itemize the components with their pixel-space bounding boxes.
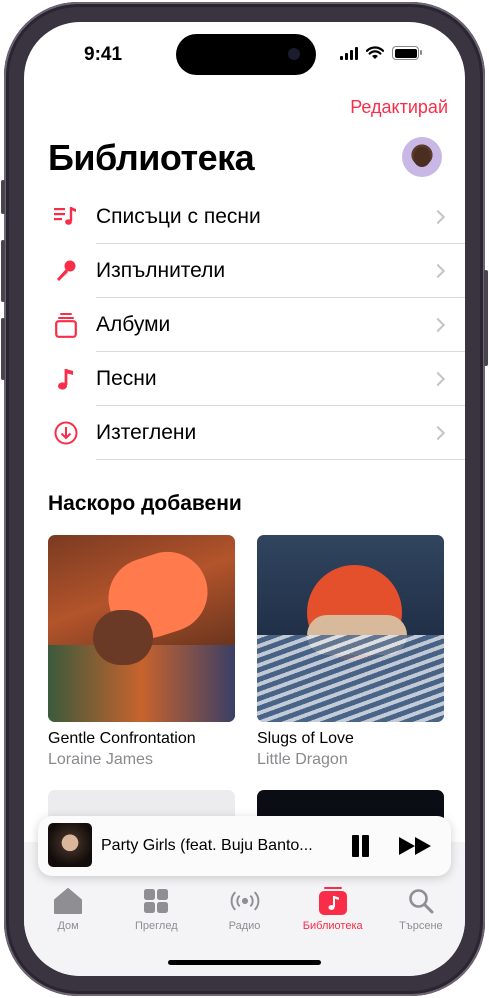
album-artist: Little Dragon — [257, 751, 348, 768]
cellular-signal-icon — [340, 47, 358, 60]
power-button — [484, 270, 488, 366]
menu-item-label: Изтеглени — [96, 421, 197, 444]
album-card[interactable]: Slugs of Love Little Dragon — [257, 535, 444, 769]
chevron-right-icon — [430, 371, 446, 387]
album-title: Slugs of Love — [257, 730, 354, 747]
profile-avatar[interactable] — [402, 137, 442, 177]
tab-label: Търсене — [399, 920, 443, 932]
status-icons — [340, 46, 422, 60]
radio-icon — [230, 886, 260, 916]
menu-item-label: Изпълнители — [96, 259, 226, 282]
tab-label: Дом — [57, 920, 79, 932]
chevron-right-icon — [430, 209, 446, 225]
mini-player[interactable]: Party Girls (feat. Buju Banto... — [38, 816, 451, 876]
fast-forward-icon[interactable] — [399, 837, 433, 855]
tab-browse[interactable]: Преглед — [112, 886, 200, 932]
library-music-icon — [318, 886, 348, 916]
tab-bar: Дом Преглед Радио Библиотека Търсене — [24, 886, 465, 932]
album-cover — [257, 535, 444, 722]
tab-library[interactable]: Библиотека — [289, 886, 377, 932]
tab-label: Библиотека — [302, 920, 363, 932]
dynamic-island — [176, 34, 316, 75]
chevron-right-icon — [430, 317, 446, 333]
now-playing-title: Party Girls (feat. Buju Banto... — [101, 837, 313, 854]
wifi-icon — [366, 46, 384, 59]
album-cover — [48, 535, 235, 722]
home-icon — [53, 886, 83, 916]
section-title-recently-added: Наскоро добавени — [48, 492, 242, 515]
tab-search[interactable]: Търсене — [377, 886, 465, 932]
search-icon — [406, 886, 436, 916]
menu-item-songs[interactable]: Песни — [24, 352, 465, 406]
tab-label: Преглед — [134, 920, 178, 932]
battery-icon — [392, 46, 422, 60]
separator — [96, 459, 465, 460]
volume-up-button — [1, 240, 5, 302]
screen: 9:41 Редактирай Библиотека Списъци с пес… — [24, 22, 465, 976]
page-title: Библиотека — [48, 137, 255, 178]
volume-down-button — [1, 318, 5, 380]
edit-button[interactable]: Редактирай — [350, 97, 448, 118]
album-title: Gentle Confrontation — [48, 730, 196, 747]
grid-icon — [141, 886, 171, 916]
menu-item-label: Списъци с песни — [96, 205, 261, 228]
menu-item-label: Албуми — [96, 313, 171, 336]
chevron-right-icon — [430, 425, 446, 441]
action-button — [1, 180, 5, 214]
microphone-icon — [54, 259, 78, 283]
tab-label: Радио — [228, 920, 261, 932]
library-menu: Списъци с песни Изпълнители Албуми Песни — [24, 190, 465, 460]
menu-item-albums[interactable]: Албуми — [24, 298, 465, 352]
playlist-icon — [54, 205, 78, 229]
album-card[interactable]: Gentle Confrontation Loraine James — [48, 535, 235, 769]
tab-home[interactable]: Дом — [24, 886, 112, 932]
album-stack-icon — [54, 313, 78, 338]
music-note-icon — [54, 367, 78, 391]
menu-item-label: Песни — [96, 367, 157, 390]
tab-radio[interactable]: Радио — [200, 886, 288, 932]
chevron-right-icon — [430, 263, 446, 279]
status-time: 9:41 — [84, 44, 123, 65]
menu-item-downloaded[interactable]: Изтеглени — [24, 406, 465, 460]
camera-icon — [288, 48, 300, 60]
home-indicator[interactable] — [168, 960, 321, 965]
now-playing-artwork — [48, 823, 92, 867]
menu-item-artists[interactable]: Изпълнители — [24, 244, 465, 298]
download-circle-icon — [54, 421, 78, 445]
album-artist: Loraine James — [48, 751, 153, 768]
pause-button[interactable] — [349, 835, 371, 857]
menu-item-playlists[interactable]: Списъци с песни — [24, 190, 465, 244]
